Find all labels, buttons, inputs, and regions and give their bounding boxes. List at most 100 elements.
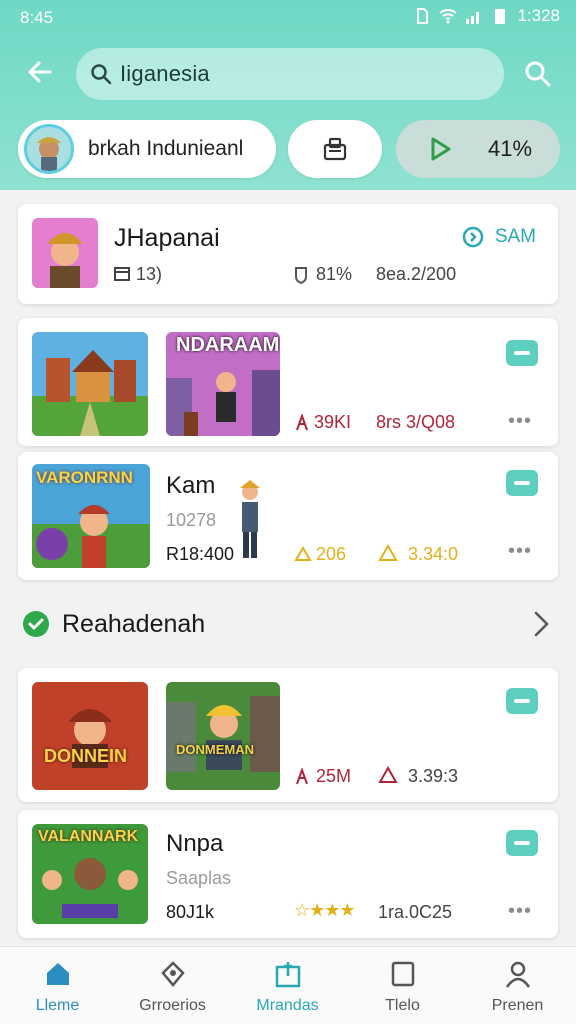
game-thumbnail-text: NDARAAM xyxy=(176,334,280,356)
play-icon xyxy=(431,137,451,161)
section-title: Reahadenah xyxy=(62,609,206,638)
featured-action[interactable]: SAM xyxy=(461,222,536,252)
wifi-icon xyxy=(439,9,458,24)
gamepad-icon xyxy=(160,961,185,987)
status-bar: 8:45 1:328 xyxy=(0,0,576,34)
stat-rating: 8rs 3/Q08 xyxy=(376,412,456,432)
nav-label: Tlelo xyxy=(385,997,420,1014)
game-thumbnail-text: VALANNARK xyxy=(38,828,139,845)
star-rating: ☆★★★ xyxy=(294,900,356,921)
section-more-button[interactable] xyxy=(532,610,550,643)
nav-label: Mrandas xyxy=(256,997,319,1014)
featured-thumbnail xyxy=(32,218,98,288)
nav-apps[interactable]: Mrandas xyxy=(230,957,345,1015)
game-card-1[interactable]: NDARAAM 39KI 8rs 3/Q08 ••• xyxy=(18,318,558,446)
nav-games[interactable]: Grroerios xyxy=(115,957,230,1015)
game-card-3[interactable]: DONNEIN DONMEMAN 25M 3.39:3 xyxy=(18,668,558,802)
filter-chips: brkah Indunieanl 41% xyxy=(0,120,576,178)
shield-icon xyxy=(295,267,307,284)
search-icon xyxy=(525,61,551,87)
game-thumbnail: DONNEIN xyxy=(32,682,148,790)
more-options-button[interactable]: ••• xyxy=(508,410,532,433)
search-button[interactable] xyxy=(520,56,556,92)
featured-meta-3: 8ea.2/200 xyxy=(376,264,457,284)
nav-home[interactable]: Lleme xyxy=(0,957,115,1015)
calendar-icon xyxy=(114,267,130,281)
star-icon: ★ xyxy=(339,900,355,920)
refresh-icon xyxy=(462,226,484,248)
game-thumbnail-text: DONNEIN xyxy=(44,746,128,766)
expand-button[interactable] xyxy=(506,340,538,366)
featured-action-label: SAM xyxy=(494,226,536,247)
game-price: 80J1k xyxy=(166,902,215,922)
chevron-right-icon xyxy=(534,611,549,637)
trophy-icon xyxy=(294,546,312,561)
library-chip[interactable] xyxy=(288,120,382,178)
battery-icon xyxy=(495,9,506,24)
nav-label: Prenen xyxy=(491,997,544,1014)
app-header: 8:45 1:328 Iiganesia brkah Indunieanl 41… xyxy=(0,0,576,190)
expand-button[interactable] xyxy=(506,688,538,714)
section-header[interactable]: Reahadenah xyxy=(22,606,205,642)
library-icon xyxy=(323,137,347,161)
more-options-button[interactable]: ••• xyxy=(508,900,532,923)
nav-label: Grroerios xyxy=(139,997,206,1014)
more-options-button[interactable]: ••• xyxy=(508,540,532,563)
nav-books[interactable]: Tlelo xyxy=(345,957,460,1015)
signal-icon xyxy=(466,12,480,24)
expand-button[interactable] xyxy=(506,830,538,856)
sim-icon xyxy=(417,8,429,24)
game-subtitle: 10278 xyxy=(166,510,217,530)
game-price: R18:400 xyxy=(166,544,235,564)
bottom-navigation: Lleme Grroerios Mrandas Tlelo Prenen xyxy=(0,946,576,1024)
search-value: Iiganesia xyxy=(120,61,210,86)
featured-meta-2: 81% xyxy=(316,264,353,284)
game-card-4[interactable]: VALANNARK Nnpa Saaplas 80J1k ☆★★★ 1ra.0C… xyxy=(18,810,558,938)
trophy-icon xyxy=(378,766,398,783)
nav-label: Lleme xyxy=(35,997,80,1014)
nav-profile[interactable]: Prenen xyxy=(460,957,575,1015)
character-figure xyxy=(240,480,260,558)
star-icon: ★ xyxy=(324,900,340,920)
stat-downloads: 206 xyxy=(316,544,347,564)
play-chip[interactable]: 41% xyxy=(396,120,560,178)
game-card-2[interactable]: VARONRNN Kam 10278 R18:400 206 3.34:0 ••… xyxy=(18,452,558,580)
star-icon: ★ xyxy=(309,900,325,920)
trophy-icon xyxy=(378,544,398,561)
stat-downloads: 39KI xyxy=(314,412,352,432)
game-thumbnail: NDARAAM xyxy=(166,332,280,436)
book-icon xyxy=(391,961,414,987)
back-button[interactable] xyxy=(22,56,58,88)
game-thumbnail: VALANNARK xyxy=(32,824,148,924)
stat-rating: 3.34:0 xyxy=(408,544,459,564)
game-thumbnail-text: VARONRNN xyxy=(36,468,133,487)
featured-card[interactable]: JHapanai 13) 81% 8ea.2/200 SAM xyxy=(18,204,558,304)
game-thumbnail xyxy=(32,332,148,436)
status-time: 8:45 xyxy=(20,8,54,27)
home-icon xyxy=(46,963,69,985)
stat-rating: 1ra.0C25 xyxy=(378,902,453,922)
featured-meta-1: 13) xyxy=(136,264,163,284)
arrow-left-icon xyxy=(28,61,52,83)
avatar xyxy=(24,124,74,174)
search-icon xyxy=(91,64,112,85)
check-circle-icon xyxy=(23,611,49,637)
download-icon xyxy=(296,414,308,431)
game-title: Kam xyxy=(166,472,216,499)
game-thumbnail: DONMEMAN xyxy=(166,682,280,790)
person-icon xyxy=(505,961,530,988)
apps-icon xyxy=(275,962,300,988)
profile-chip[interactable]: brkah Indunieanl xyxy=(18,120,276,178)
download-icon xyxy=(296,768,308,785)
search-input[interactable]: Iiganesia xyxy=(76,48,504,100)
play-chip-value: 41% xyxy=(488,136,533,161)
game-title: Nnpa xyxy=(166,830,224,857)
game-thumbnail-text: DONMEMAN xyxy=(176,742,254,757)
stat-downloads: 25M xyxy=(316,766,352,786)
game-thumbnail: VARONRNN xyxy=(32,464,150,568)
star-icon: ☆ xyxy=(294,900,310,920)
expand-button[interactable] xyxy=(506,470,538,496)
profile-chip-label: brkah Indunieanl xyxy=(88,137,244,160)
status-clock-right: 1:328 xyxy=(517,6,560,25)
status-icons: 1:328 xyxy=(413,6,560,26)
